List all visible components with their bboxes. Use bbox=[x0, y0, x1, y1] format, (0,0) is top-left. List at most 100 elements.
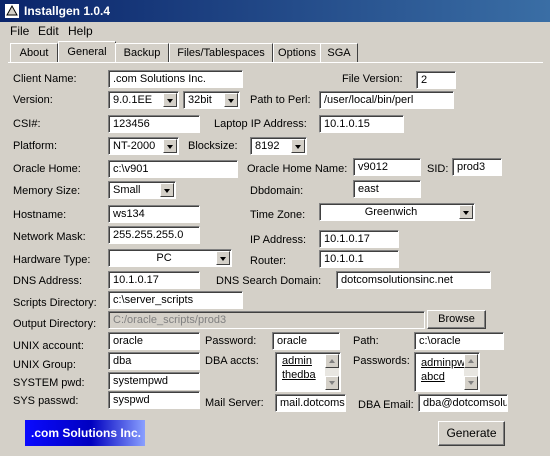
tab-about[interactable]: About bbox=[10, 43, 58, 62]
ip-address-input[interactable]: 10.1.0.17 bbox=[319, 230, 399, 248]
dns-search-domain-label: DNS Search Domain: bbox=[216, 275, 322, 287]
tab-backup[interactable]: Backup bbox=[115, 43, 169, 62]
menu-help[interactable]: Help bbox=[68, 24, 93, 38]
chevron-down-icon[interactable] bbox=[163, 139, 177, 153]
dba-accts-list[interactable]: admin thedba bbox=[275, 352, 341, 392]
client-name-input[interactable]: .com Solutions Inc. bbox=[108, 70, 243, 88]
unix-account-input[interactable]: oracle bbox=[108, 332, 200, 350]
scrollbar[interactable] bbox=[464, 354, 478, 390]
hardware-type-label: Hardware Type: bbox=[13, 254, 91, 266]
menu-file[interactable]: File bbox=[10, 24, 29, 38]
sys-passwd-label: SYS passwd: bbox=[13, 395, 79, 407]
tab-files-tablespaces[interactable]: Files/Tablespaces bbox=[169, 43, 273, 62]
bits-select[interactable]: 32bit bbox=[183, 91, 240, 109]
version-value: 9.0.1EE bbox=[113, 94, 153, 106]
chevron-down-icon[interactable] bbox=[163, 93, 177, 107]
csi-label: CSI#: bbox=[13, 118, 41, 130]
dbdomain-label: Dbdomain: bbox=[250, 185, 304, 197]
tab-options[interactable]: Options bbox=[273, 43, 321, 62]
menu-edit[interactable]: Edit bbox=[38, 24, 59, 38]
dns-search-domain-input[interactable]: dotcomsolutionsinc.net bbox=[336, 271, 491, 289]
app-icon bbox=[5, 4, 19, 18]
list-item[interactable]: abcd bbox=[421, 371, 445, 383]
mail-server-label: Mail Server: bbox=[205, 397, 264, 409]
dba-accts-label: DBA accts: bbox=[205, 355, 259, 367]
laptop-ip-input[interactable]: 10.1.0.15 bbox=[319, 115, 404, 133]
chevron-down-icon[interactable] bbox=[160, 183, 174, 197]
tab-divider bbox=[8, 62, 543, 63]
passwords-label: Passwords: bbox=[353, 355, 410, 367]
hostname-input[interactable]: ws134 bbox=[108, 205, 200, 223]
list-item[interactable]: admin bbox=[282, 355, 312, 367]
dbdomain-input[interactable]: east bbox=[353, 180, 421, 198]
window-title: Installgen 1.0.4 bbox=[24, 4, 111, 18]
company-logo: .com Solutions Inc. bbox=[25, 420, 145, 446]
list-item[interactable]: thedba bbox=[282, 369, 316, 381]
memory-size-label: Memory Size: bbox=[13, 185, 81, 197]
scripts-directory-input[interactable]: c:\server_scripts bbox=[108, 291, 243, 309]
time-zone-label: Time Zone: bbox=[250, 209, 306, 221]
scroll-up-icon[interactable] bbox=[325, 354, 339, 368]
password-input[interactable]: oracle bbox=[272, 332, 340, 350]
oracle-home-name-input[interactable]: v9012 bbox=[353, 158, 421, 176]
memory-size-value: Small bbox=[113, 184, 141, 196]
laptop-ip-label: Laptop IP Address: bbox=[214, 118, 307, 130]
oracle-home-input[interactable]: c:\v901 bbox=[108, 160, 238, 178]
dba-email-label: DBA Email: bbox=[358, 399, 414, 411]
hardware-type-select[interactable]: PC bbox=[108, 249, 232, 267]
client-name-label: Client Name: bbox=[13, 73, 77, 85]
scroll-down-icon[interactable] bbox=[464, 376, 478, 390]
system-pwd-input[interactable]: systempwd bbox=[108, 372, 200, 390]
csi-input[interactable]: 123456 bbox=[108, 115, 200, 133]
scroll-down-icon[interactable] bbox=[325, 376, 339, 390]
platform-label: Platform: bbox=[13, 140, 58, 152]
router-label: Router: bbox=[250, 255, 287, 267]
logo-text: .com Solutions Inc. bbox=[31, 426, 142, 440]
hostname-label: Hostname: bbox=[13, 209, 67, 221]
version-select[interactable]: 9.0.1EE bbox=[108, 91, 179, 109]
unix-group-input[interactable]: dba bbox=[108, 352, 200, 370]
chevron-down-icon[interactable] bbox=[291, 139, 305, 153]
password-label: Password: bbox=[205, 335, 257, 347]
scroll-up-icon[interactable] bbox=[464, 354, 478, 368]
passwords-list[interactable]: adminpw abcd bbox=[414, 352, 480, 392]
output-directory-label: Output Directory: bbox=[13, 318, 97, 330]
output-directory-input[interactable]: C:/oracle_scripts/prod3 bbox=[108, 311, 425, 329]
bits-value: 32bit bbox=[188, 94, 212, 106]
title-bar: Installgen 1.0.4 bbox=[0, 0, 550, 22]
network-mask-input[interactable]: 255.255.255.0 bbox=[108, 226, 200, 244]
blocksize-value: 8192 bbox=[255, 140, 280, 152]
time-zone-value: Greenwich bbox=[364, 206, 418, 218]
dba-email-input[interactable]: dba@dotcomsolu bbox=[418, 394, 508, 412]
unix-group-label: UNIX Group: bbox=[13, 359, 76, 371]
path-label: Path: bbox=[353, 335, 379, 347]
unix-account-label: UNIX account: bbox=[13, 340, 84, 352]
time-zone-select[interactable]: Greenwich bbox=[319, 203, 475, 221]
path-input[interactable]: c:\oracle bbox=[414, 332, 504, 350]
system-pwd-label: SYSTEM pwd: bbox=[13, 377, 85, 389]
tab-general[interactable]: General bbox=[58, 41, 116, 63]
router-input[interactable]: 10.1.0.1 bbox=[319, 250, 399, 268]
memory-size-select[interactable]: Small bbox=[108, 181, 176, 199]
scrollbar[interactable] bbox=[325, 354, 339, 390]
sid-input[interactable]: prod3 bbox=[452, 158, 502, 176]
hardware-type-value: PC bbox=[156, 252, 172, 264]
sys-passwd-input[interactable]: syspwd bbox=[108, 391, 200, 409]
chevron-down-icon[interactable] bbox=[459, 205, 473, 219]
dns-address-label: DNS Address: bbox=[13, 275, 83, 287]
tab-sga[interactable]: SGA bbox=[320, 43, 358, 62]
path-to-perl-input[interactable]: /user/local/bin/perl bbox=[319, 91, 454, 109]
blocksize-select[interactable]: 8192 bbox=[250, 137, 307, 155]
chevron-down-icon[interactable] bbox=[216, 251, 230, 265]
file-version-input[interactable]: 2 bbox=[416, 71, 456, 89]
file-version-label: File Version: bbox=[342, 73, 403, 85]
dns-address-input[interactable]: 10.1.0.17 bbox=[108, 271, 200, 289]
mail-server-input[interactable]: mail.dotcoms bbox=[275, 394, 346, 412]
platform-select[interactable]: NT-2000 bbox=[108, 137, 179, 155]
scripts-directory-label: Scripts Directory: bbox=[13, 297, 97, 309]
version-label: Version: bbox=[13, 94, 53, 106]
list-item[interactable]: adminpw bbox=[421, 357, 465, 369]
browse-button[interactable]: Browse bbox=[427, 310, 486, 329]
chevron-down-icon[interactable] bbox=[224, 93, 238, 107]
generate-button[interactable]: Generate bbox=[438, 421, 505, 446]
